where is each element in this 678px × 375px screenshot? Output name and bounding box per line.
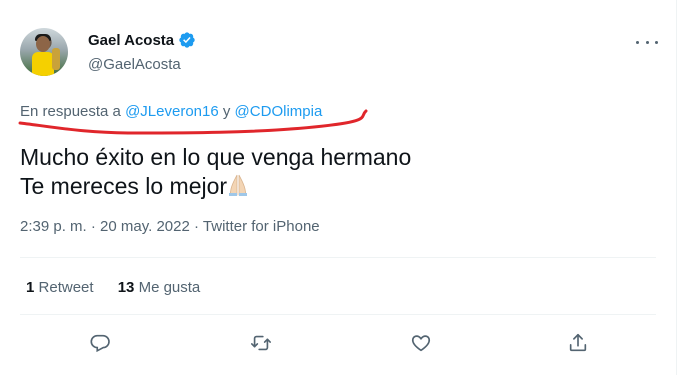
tweet-time[interactable]: 2:39 p. m. [20,218,87,235]
divider [20,314,656,315]
reply-user-link-2[interactable]: @CDOlimpia [235,103,323,120]
meta-separator: · [194,218,199,235]
retweets-stat[interactable]: 1 Retweet [26,279,94,296]
divider [20,257,656,258]
tweet-text: Mucho éxito en lo que venga hermano Te m… [20,143,411,201]
action-bar [0,332,677,356]
retweets-label: Retweet [38,279,94,296]
reply-context: En respuesta a @JLeveron16 y @CDOlimpia [20,103,322,120]
author-name-row[interactable]: Gael Acosta [88,31,196,49]
likes-count: 13 [117,279,135,296]
avatar[interactable] [20,28,68,76]
reply-icon[interactable] [89,332,113,356]
likes-stat[interactable]: 13 Me gusta [118,279,201,296]
tweet-line-2: Te mereces lo mejor [20,173,228,199]
share-icon[interactable] [567,332,591,356]
reply-prefix: En respuesta a [20,103,121,120]
tweet-stats: 1 Retweet 13 Me gusta [26,279,220,296]
reply-user-link-1[interactable]: @JLeveron16 [125,103,219,120]
tweet-line-1: Mucho éxito en lo que venga hermano [20,144,412,170]
tweet-card: Gael Acosta @GaelAcosta En respuesta a @… [0,0,677,375]
author-name[interactable]: Gael Acosta [88,32,174,49]
meta-separator: · [90,218,96,235]
likes-label: Me gusta [138,279,201,296]
verified-badge-icon [179,32,195,48]
tweet-meta: 2:39 p. m. · 20 may. 2022 · Twitter for … [20,218,320,235]
retweets-count: 1 [26,279,35,296]
tweet-date[interactable]: 20 may. 2022 [100,218,190,235]
reply-conjunction: y [222,103,231,120]
tweet-source[interactable]: Twitter for iPhone [203,218,320,235]
more-icon[interactable] [636,36,658,48]
like-icon[interactable] [410,332,434,356]
retweet-icon[interactable] [250,332,274,356]
pray-emoji-icon [229,174,248,196]
tweet-line-2-row: Te mereces lo mejor [20,172,411,201]
author-handle[interactable]: @GaelAcosta [88,56,181,73]
